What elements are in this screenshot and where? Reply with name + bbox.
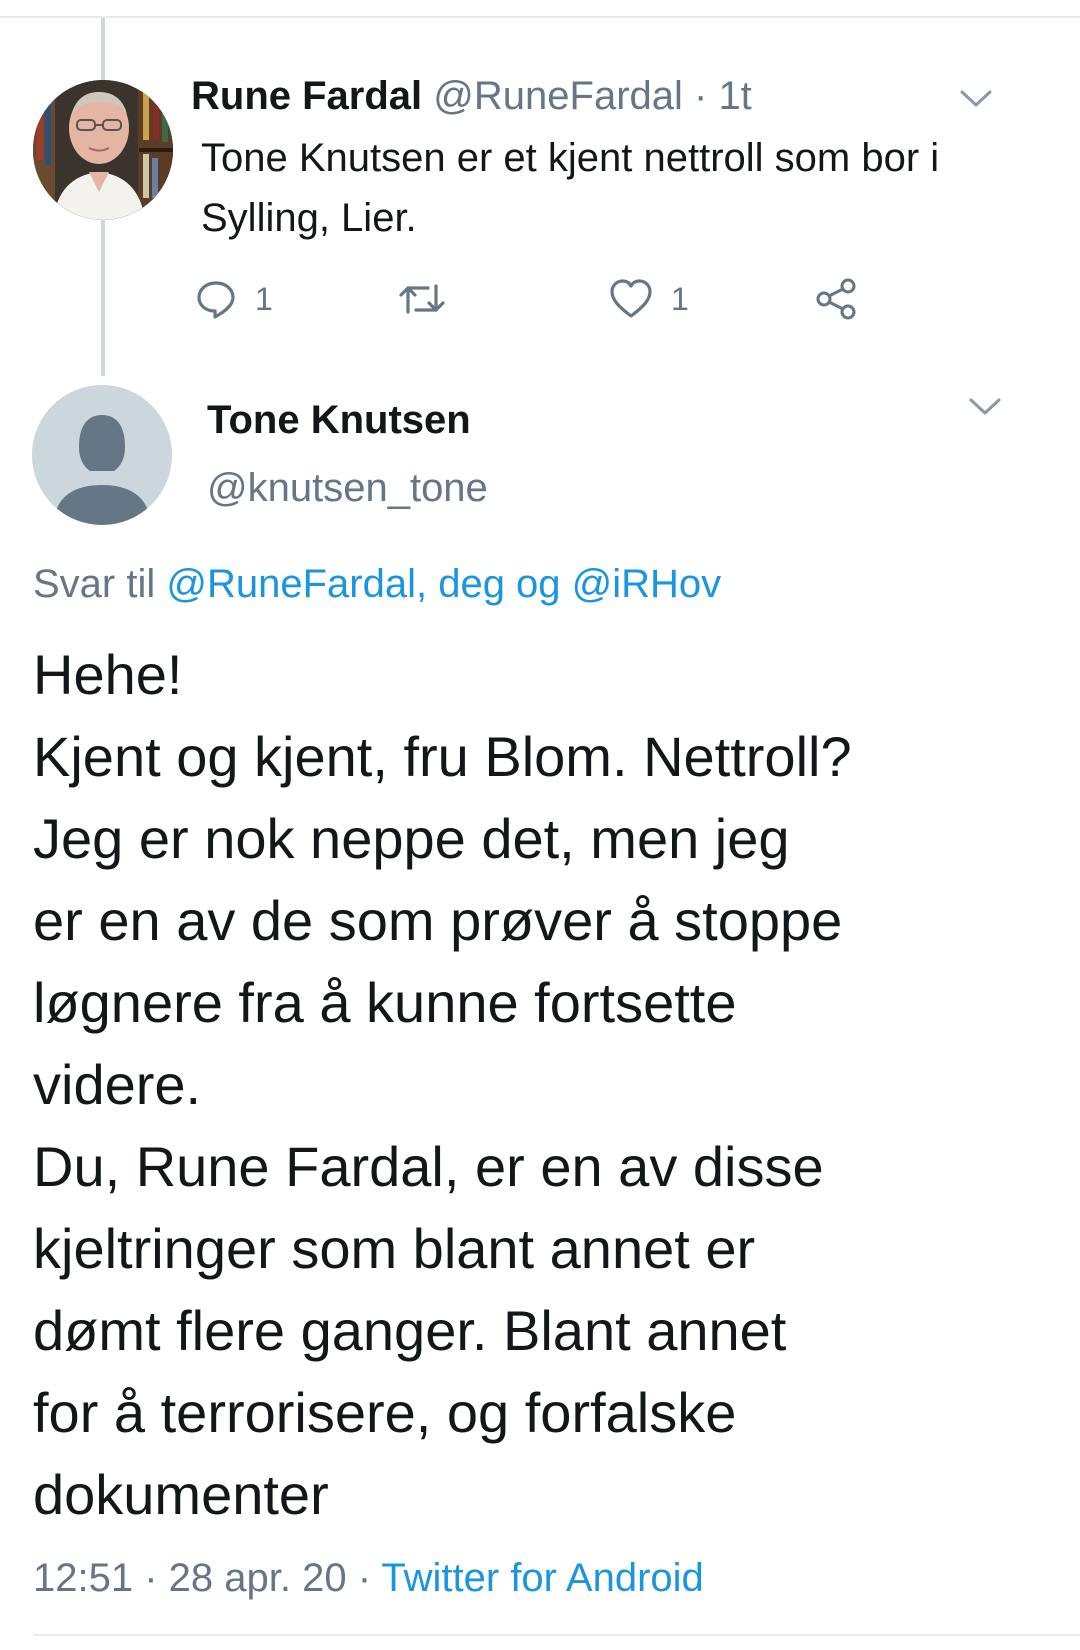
reply-button[interactable]: 1 (195, 276, 273, 322)
reply-icon (197, 281, 235, 319)
tweet-body-line: dømt flere ganger. Blant annet (33, 1299, 787, 1362)
bottom-divider (33, 1634, 1080, 1636)
avatar-photo (33, 80, 173, 220)
retweet-button[interactable] (398, 276, 446, 322)
share-icon (816, 278, 856, 320)
default-profile-icon (32, 385, 172, 525)
tweet-meta: 12:51 · 28 apr. 20 · Twitter for Android (33, 1554, 704, 1602)
retweet-icon (399, 284, 445, 314)
user-handle[interactable]: @RuneFardal (433, 74, 683, 118)
client-link[interactable]: Twitter for Android (381, 1556, 703, 1600)
user-handle[interactable]: @knutsen_tone (207, 464, 488, 512)
share-button[interactable] (814, 276, 858, 322)
display-name[interactable]: Tone Knutsen (207, 396, 471, 444)
tweet1-header: Rune Fardal @RuneFardal · 1t (191, 72, 752, 120)
tweet-body-line: Kjent og kjent, fru Blom. Nettroll? (33, 725, 852, 788)
chevron-down-icon[interactable] (965, 386, 1005, 426)
display-name[interactable]: Rune Fardal (191, 74, 422, 118)
avatar-rune-fardal[interactable] (33, 80, 173, 220)
reply-targets-link[interactable]: @RuneFardal, deg og @iRHov (166, 562, 721, 606)
like-button[interactable]: 1 (609, 276, 689, 322)
avatar-tone-knutsen[interactable] (32, 385, 172, 525)
tweet-body-line: er en av de som prøver å stoppe (33, 889, 843, 952)
heart-icon (610, 279, 652, 318)
tweet-body-line: for å terrorisere, og forfalske (33, 1381, 737, 1444)
top-divider (0, 16, 1080, 18)
tweet-body-line: Jeg er nok neppe det, men jeg (33, 807, 790, 870)
tweet-body-line: videre. (33, 1053, 202, 1116)
tweet-body-line: kjeltringer som blant annet er (33, 1217, 756, 1280)
tweet-time[interactable]: 1t (718, 74, 751, 118)
meta-separator: · (682, 74, 719, 118)
reply-context: Svar til @RuneFardal, deg og @iRHov (33, 560, 721, 608)
tweet-body-line: dokumenter (33, 1463, 329, 1526)
tweet1-text-line: Sylling, Lier. (201, 196, 417, 240)
tweet1-text-line: Tone Knutsen er et kjent nettroll som bo… (201, 136, 940, 180)
tweet-body-line: løgnere fra å kunne fortsette (33, 971, 737, 1034)
tweet-body-line: Du, Rune Fardal, er en av disse (33, 1135, 824, 1198)
tweet-timestamp: 12:51 · 28 apr. 20 · (33, 1556, 382, 1600)
like-count: 1 (671, 280, 689, 317)
chevron-down-icon[interactable] (956, 78, 996, 118)
tweet-body: Hehe! Kjent og kjent, fru Blom. Nettroll?… (33, 634, 1053, 1536)
tweet1-text: Tone Knutsen er et kjent nettroll som bo… (201, 128, 1061, 248)
reply-count: 1 (255, 280, 273, 317)
reply-prefix: Svar til (33, 562, 167, 606)
tweet-body-line: Hehe! (33, 643, 183, 706)
